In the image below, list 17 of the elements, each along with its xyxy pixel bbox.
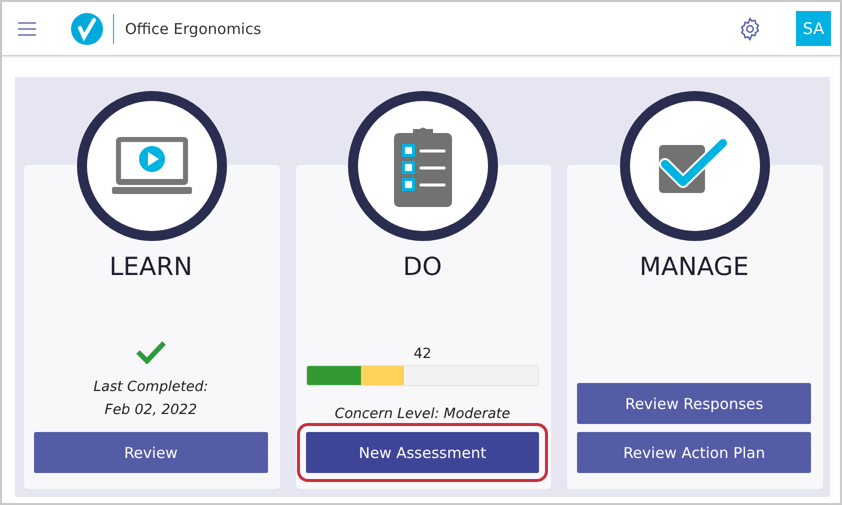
action-button[interactable]: Review <box>34 432 268 473</box>
laptop-play-icon <box>112 135 192 197</box>
settings-icon[interactable] <box>738 16 762 40</box>
action-button[interactable]: Review Responses <box>577 383 811 424</box>
score-value: 42 <box>414 346 432 362</box>
card-title: MANAGE <box>640 252 749 281</box>
action-button[interactable]: Review Action Plan <box>577 432 811 473</box>
concern-level: Concern Level: Moderate <box>334 406 510 422</box>
status-text: Last Completed: <box>93 378 208 397</box>
card-title: DO <box>403 252 442 281</box>
clipboard-checklist-icon <box>394 125 452 207</box>
card-title: LEARN <box>109 252 192 281</box>
menu-icon[interactable] <box>18 22 36 36</box>
app-title: Office Ergonomics <box>113 14 262 44</box>
logo-icon <box>71 12 103 44</box>
status-text: Feb 02, 2022 <box>104 401 198 420</box>
action-button[interactable]: New Assessment <box>306 432 540 473</box>
